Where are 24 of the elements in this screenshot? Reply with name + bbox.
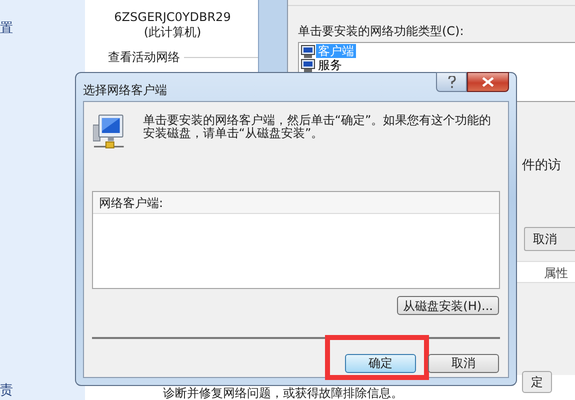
computer-label: (此计算机) bbox=[142, 25, 202, 40]
instruction-text: 单击要安装的网络客户端，然后单击“确定”。如果您有这个功能的安装磁盘，请单击“从磁盘安装”。 bbox=[142, 114, 492, 140]
list-header: 网络客户端: bbox=[93, 192, 499, 214]
dialog-title: 选择网络客户端 bbox=[83, 82, 167, 99]
network-computer-icon bbox=[93, 113, 125, 151]
dialog-button[interactable]: 取消 bbox=[428, 354, 499, 372]
close-button[interactable] bbox=[467, 72, 509, 92]
footer-text: 诊断并修复网络问题，或获得故障排除信息。 bbox=[163, 385, 403, 400]
section-heading: 查看活动网络 bbox=[108, 49, 180, 66]
have-disk-button[interactable]: 从磁盘安装(H)... bbox=[397, 296, 499, 315]
computer-name: 6ZSGERJC0YDBR29 bbox=[113, 10, 232, 25]
list-item[interactable]: 服务 bbox=[316, 58, 344, 72]
ok-button[interactable]: 定 bbox=[522, 370, 552, 392]
help-button[interactable] bbox=[436, 72, 467, 92]
computer-icon bbox=[301, 44, 315, 58]
close-icon bbox=[482, 77, 494, 87]
computer-icon bbox=[301, 58, 315, 72]
description-text: 件的访 bbox=[522, 157, 561, 175]
cancel-button[interactable]: 取消 bbox=[524, 226, 575, 250]
prompt-text: 单击要安装的网络功能类型(C): bbox=[298, 23, 465, 40]
help-icon bbox=[448, 76, 456, 88]
nav-link[interactable]: 置 bbox=[0, 22, 85, 35]
nav-link[interactable]: 责 bbox=[0, 384, 85, 397]
dialog-button[interactable]: 确定 bbox=[345, 354, 416, 372]
